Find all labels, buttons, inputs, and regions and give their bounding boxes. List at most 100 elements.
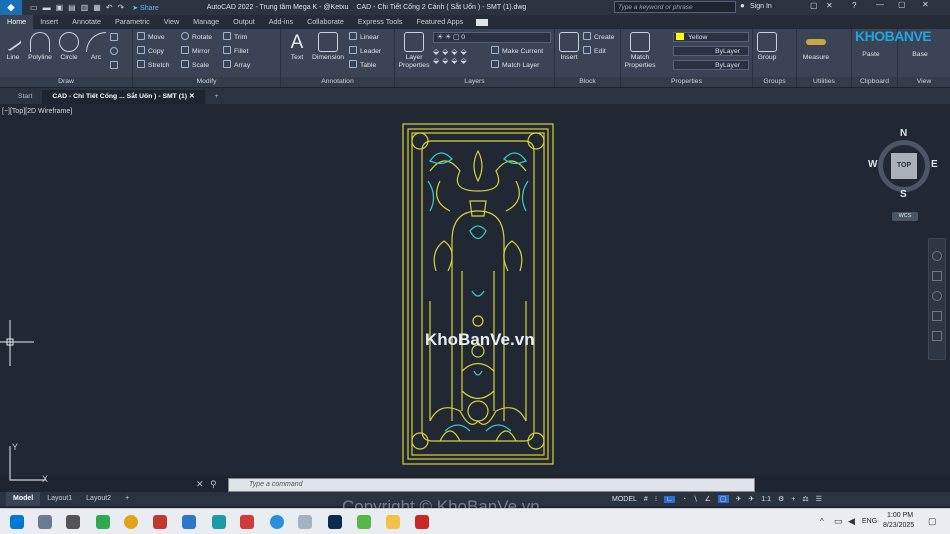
match-layer-button[interactable]: Match Layer — [491, 60, 539, 71]
create-block-button[interactable]: Create — [583, 32, 614, 43]
polyline-button[interactable]: Polyline — [26, 32, 54, 62]
add-layout-button[interactable]: + — [118, 492, 136, 506]
user-icon[interactable]: ● — [740, 1, 745, 10]
new-tab-button[interactable]: + — [205, 90, 229, 104]
customize-command-icon[interactable]: ⚲ — [210, 479, 217, 489]
save-icon[interactable]: ▣ — [56, 3, 64, 12]
move-button[interactable]: Move — [137, 32, 165, 43]
polar-icon[interactable]: ◔ — [682, 496, 686, 503]
scale-button[interactable]: Scale — [181, 60, 209, 71]
units-icon[interactable]: ⚖ — [802, 495, 808, 503]
windows-start-icon[interactable] — [10, 515, 24, 529]
line-button[interactable]: Line — [3, 32, 23, 62]
layer-dropdown[interactable]: ☀ ☀ ▢ 0 — [433, 32, 551, 43]
osnap-icon[interactable]: ∠ — [705, 495, 711, 503]
app-icon-blue[interactable] — [182, 515, 196, 529]
lineweight-icon[interactable]: ▢ — [717, 495, 729, 503]
copy-button[interactable]: Copy — [137, 46, 164, 57]
annotation-panel-title[interactable]: Annotation — [281, 77, 394, 87]
draw-panel-title[interactable]: Draw — [0, 77, 132, 87]
tab-output[interactable]: Output — [226, 15, 262, 29]
fillet-button[interactable]: Fillet — [223, 46, 248, 57]
leader-button[interactable]: Leader — [349, 46, 381, 57]
clipboard-panel-title[interactable]: Clipboard — [852, 77, 897, 87]
volume-icon[interactable]: ◀ — [848, 516, 855, 527]
hatch-button[interactable] — [110, 61, 121, 72]
minimize-icon[interactable]: — — [876, 0, 884, 9]
modify-panel-title[interactable]: Modify — [133, 77, 280, 87]
app-icon-red2[interactable] — [240, 515, 254, 529]
circle-button[interactable]: Circle — [58, 32, 80, 62]
properties-panel-title[interactable]: Properties — [621, 77, 752, 87]
plus-icon[interactable]: + — [791, 496, 795, 503]
autocad-icon[interactable] — [415, 515, 429, 529]
dimension-button[interactable]: Dimension — [309, 32, 347, 62]
color-dropdown[interactable]: Yellow — [673, 32, 749, 42]
tab-view[interactable]: View — [157, 15, 186, 29]
customize-icon[interactable]: ☰ — [816, 495, 822, 503]
text-button[interactable]: A Text — [287, 32, 307, 62]
compass-north[interactable]: N — [900, 128, 907, 139]
showmotion-icon[interactable] — [932, 331, 942, 341]
explorer-icon[interactable] — [386, 515, 400, 529]
make-current-button[interactable]: Make Current — [491, 46, 543, 57]
stretch-button[interactable]: Stretch — [137, 60, 170, 71]
start-tab[interactable]: Start — [8, 90, 42, 104]
clock-time[interactable]: 1:00 PM — [887, 512, 913, 519]
share-tool-icon[interactable]: ✕ — [826, 1, 833, 10]
compass-west[interactable]: W — [868, 159, 877, 170]
cart-icon[interactable]: ▢ — [810, 1, 818, 10]
compass-south[interactable]: S — [900, 189, 907, 200]
tab-close-icon[interactable]: ✕ — [189, 93, 195, 100]
tab-featured-apps[interactable]: Featured Apps — [409, 15, 470, 29]
model-space-button[interactable]: MODEL — [612, 496, 637, 503]
layout2-tab[interactable]: Layout2 — [79, 492, 118, 506]
base-button[interactable]: Base — [908, 51, 932, 59]
viewcube[interactable]: TOP N S W E — [866, 128, 942, 204]
layers-panel-title[interactable]: Layers — [395, 77, 554, 87]
paste-button[interactable]: Paste — [858, 51, 884, 59]
close-icon[interactable]: ✕ — [922, 0, 929, 9]
snap-icon[interactable]: ⁝ — [655, 495, 657, 503]
pan-icon[interactable] — [932, 271, 942, 281]
redo-icon[interactable]: ↷ — [118, 3, 125, 12]
share-button[interactable]: ➤ Share — [132, 4, 159, 12]
drawing-tab[interactable]: CAD - Chi Tiết Cổng ... Sắt Uốn ) - SMT … — [42, 90, 205, 104]
tray-chevron-icon[interactable]: ^ — [820, 517, 824, 526]
app-menu-button[interactable]: ◆ — [0, 0, 22, 15]
sign-in-link[interactable]: Sign In — [750, 3, 772, 10]
orbit-icon[interactable] — [932, 311, 942, 321]
undo-icon[interactable]: ↶ — [106, 3, 113, 12]
linear-button[interactable]: Linear — [349, 32, 379, 43]
search-input[interactable]: Type a keyword or phrase — [614, 1, 736, 13]
layout1-tab[interactable]: Layout1 — [40, 492, 79, 506]
tab-home[interactable]: Home — [0, 15, 34, 29]
tab-parametric[interactable]: Parametric — [108, 15, 157, 29]
ellipse-button[interactable] — [110, 47, 121, 58]
block-panel-title[interactable]: Block — [555, 77, 620, 87]
annotation-scale[interactable]: 1:1 — [761, 496, 771, 503]
plot-icon[interactable]: ▥ — [81, 3, 89, 12]
measure-button[interactable]: Measure — [801, 32, 831, 62]
chrome-icon[interactable] — [124, 515, 138, 529]
close-command-icon[interactable]: ✕ — [196, 479, 204, 489]
saveas-icon[interactable]: ▤ — [68, 3, 76, 12]
array-button[interactable]: Array — [223, 60, 250, 71]
layer-properties-button[interactable]: Layer Properties — [397, 32, 431, 70]
table-button[interactable]: Table — [349, 60, 376, 71]
open-icon[interactable]: ▬ — [43, 3, 51, 12]
viewport-controls-label[interactable]: [−][Top][2D Wireframe] — [2, 108, 72, 115]
app-icon-1[interactable] — [66, 515, 80, 529]
annotation-scale-icon[interactable]: ✈ — [736, 495, 742, 503]
compass-east[interactable]: E — [931, 159, 938, 170]
new-icon[interactable]: ▭ — [30, 3, 38, 12]
app-icon-teal[interactable] — [212, 515, 226, 529]
mirror-button[interactable]: Mirror — [181, 46, 210, 57]
workspace-icon[interactable]: ⚙ — [778, 495, 784, 503]
help-icon[interactable]: ? — [852, 1, 856, 10]
grid-icon[interactable]: # — [644, 496, 648, 503]
tab-collaborate[interactable]: Collaborate — [300, 15, 351, 29]
tab-annotate[interactable]: Annotate — [65, 15, 108, 29]
linetype-dropdown[interactable]: ByLayer — [673, 46, 749, 56]
view-panel-title[interactable]: View — [898, 77, 950, 87]
